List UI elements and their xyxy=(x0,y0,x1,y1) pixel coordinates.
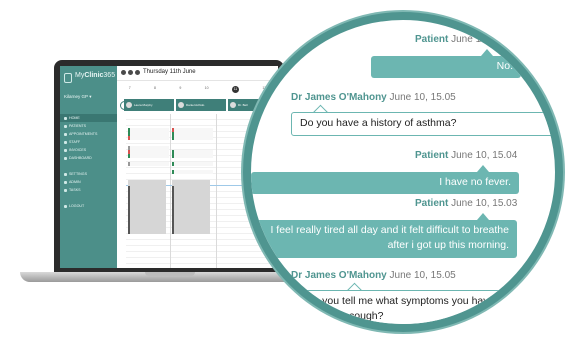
calendar-icon xyxy=(64,132,67,136)
appointment-slot[interactable] xyxy=(172,154,213,158)
sender-name: Dr James O'Mahony xyxy=(291,92,387,103)
doctor-column-header[interactable]: Laura Murphy xyxy=(124,99,174,111)
sidebar-item-appointments[interactable]: APPOINTMENTS xyxy=(60,130,117,138)
appointment-slot[interactable] xyxy=(128,132,169,136)
avatar xyxy=(178,102,184,108)
logout-icon xyxy=(64,204,67,208)
appointment-slot[interactable] xyxy=(128,146,169,150)
sender-name: Patient xyxy=(415,150,449,161)
sidebar-item-dashboard[interactable]: DASHBOARD xyxy=(60,154,117,162)
appointment-slot[interactable] xyxy=(128,128,169,132)
sidebar-item-logout[interactable]: LOGOUT xyxy=(60,202,117,210)
laptop-notch xyxy=(145,272,195,276)
logo-text: MyClinic365 xyxy=(75,72,116,79)
appointment-slot[interactable] xyxy=(172,132,213,136)
sender-name: Dr James O'Mahony xyxy=(291,270,387,281)
tasks-icon xyxy=(64,188,67,192)
sidebar: MyClinic365 Kilarney GP ▾ HOME PATIENTS … xyxy=(60,66,117,268)
sidebar-item-admin[interactable]: ADMIN xyxy=(60,178,117,186)
avatar xyxy=(230,102,236,108)
logo-icon xyxy=(64,73,72,83)
day-item[interactable]: 7 xyxy=(129,86,131,96)
message-time: June 10, 15.05 xyxy=(451,34,518,45)
appointment-slot[interactable] xyxy=(172,170,213,174)
message-header: Patient June 10, 15.05 xyxy=(415,34,517,45)
patient-message-bubble: I feel really tired all day and it felt … xyxy=(251,220,517,258)
calendar-icon[interactable] xyxy=(128,70,133,75)
appointment-slot[interactable] xyxy=(172,136,213,140)
day-item[interactable]: 8 xyxy=(154,86,156,96)
patient-message-bubble: No. xyxy=(371,56,521,78)
message-header: Dr James O'Mahony June 10, 15.05 xyxy=(291,92,456,103)
message-header: Patient June 10, 15.03 xyxy=(415,198,517,209)
sidebar-item-home[interactable]: HOME xyxy=(60,114,117,122)
message-time: June 10, 15.03 xyxy=(451,198,518,209)
gear-icon xyxy=(64,172,67,176)
forward-icon[interactable] xyxy=(135,70,140,75)
appointment-slot[interactable] xyxy=(172,162,213,166)
doctor-message-bubble: Do you have a history of asthma? xyxy=(291,112,553,136)
blocked-time[interactable] xyxy=(172,180,210,234)
message-time: June 10, 15.04 xyxy=(451,150,518,161)
admin-icon xyxy=(64,180,67,184)
sidebar-menu: HOME PATIENTS APPOINTMENTS STAFF INVOICE… xyxy=(60,114,117,210)
appointment-slot[interactable] xyxy=(128,154,169,158)
user-icon xyxy=(64,124,67,128)
appointment-slot[interactable] xyxy=(128,162,169,166)
avatar xyxy=(126,102,132,108)
sender-name: Patient xyxy=(415,198,449,209)
message-time: June 10, 15.05 xyxy=(389,92,456,103)
sidebar-item-invoices[interactable]: INVOICES xyxy=(60,146,117,154)
day-item[interactable]: 10 xyxy=(205,86,209,96)
chat-thread: Patient June 10, 15.05 No. Dr James O'Ma… xyxy=(251,20,555,324)
message-header: Patient June 10, 15.04 xyxy=(415,150,517,161)
sidebar-item-patients[interactable]: PATIENTS xyxy=(60,122,117,130)
date-title: Thursday 11th June xyxy=(143,69,196,75)
invoice-icon xyxy=(64,148,67,152)
doctor-column-header[interactable]: Daniel Achido xyxy=(176,99,226,111)
sidebar-item-settings[interactable]: SETTINGS xyxy=(60,170,117,178)
appointment-slot[interactable] xyxy=(172,150,213,154)
day-item-selected[interactable]: 11 xyxy=(231,86,239,93)
home-icon xyxy=(64,116,67,120)
practice-selector[interactable]: Kilarney GP ▾ xyxy=(64,94,91,100)
dashboard-icon xyxy=(64,156,67,160)
patient-message-bubble: I have no fever. xyxy=(251,172,519,194)
doctor-message-bubble: Can you tell me what symptoms you have, … xyxy=(291,290,555,324)
appointment-slot[interactable] xyxy=(172,128,213,132)
message-header: Dr James O'Mahony June 10, 15.05 xyxy=(291,270,456,281)
appointment-slot[interactable] xyxy=(128,136,169,140)
topbar-icons xyxy=(121,70,140,75)
blocked-time[interactable] xyxy=(128,180,166,234)
back-icon[interactable] xyxy=(121,70,126,75)
magnifier-circle: Patient June 10, 15.05 No. Dr James O'Ma… xyxy=(243,12,563,332)
sidebar-item-staff[interactable]: STAFF xyxy=(60,138,117,146)
staff-icon xyxy=(64,140,67,144)
sidebar-item-tasks[interactable]: TASKS xyxy=(60,186,117,194)
sender-name: Patient xyxy=(415,34,449,45)
app-logo[interactable]: MyClinic365 xyxy=(64,72,116,86)
appointment-slot[interactable] xyxy=(128,150,169,154)
day-item[interactable]: 9 xyxy=(179,86,181,96)
message-time: June 10, 15.05 xyxy=(389,270,456,281)
